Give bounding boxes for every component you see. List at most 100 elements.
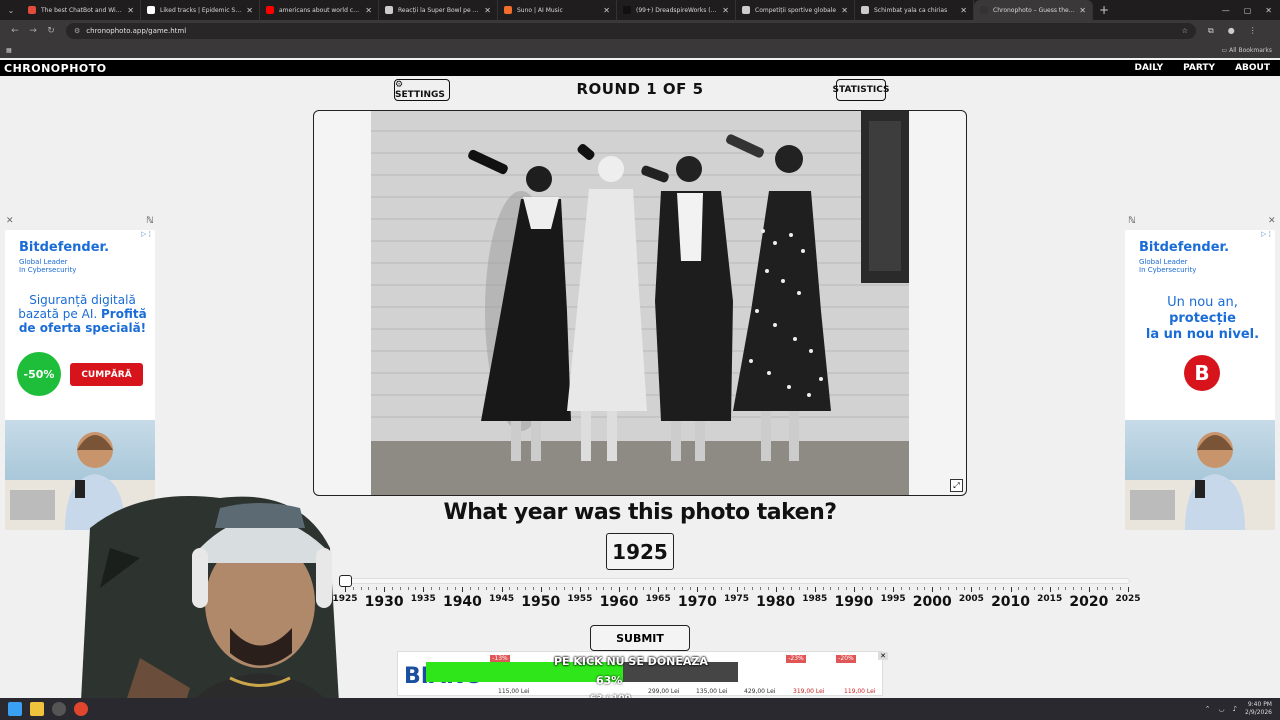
site-info-icon[interactable]: ⚙: [74, 27, 80, 35]
volume-icon[interactable]: ♪: [1233, 705, 1237, 713]
tab-close-icon[interactable]: ✕: [841, 6, 848, 15]
slider-minor-tick: [478, 587, 480, 590]
site-logo[interactable]: CHRONOPHOTO: [4, 62, 107, 75]
slider-minor-tick: [830, 587, 832, 590]
browser-tab[interactable]: americans about world cup and ✕: [260, 0, 379, 20]
back-icon[interactable]: ←: [6, 26, 24, 36]
forward-icon[interactable]: →: [24, 26, 42, 36]
slider-minor-tick: [1081, 587, 1083, 590]
slider-tick-label: 2000: [912, 594, 952, 610]
donation-progress-bar: PE KICK NU SE DONEAZA 63% 63 / 100: [426, 655, 738, 704]
browser-tab[interactable]: Chronophoto – Guess the Year ✕: [974, 0, 1093, 20]
file-explorer-icon[interactable]: [30, 702, 44, 716]
tab-close-icon[interactable]: ✕: [603, 6, 610, 15]
start-icon[interactable]: [8, 702, 22, 716]
maximize-icon[interactable]: ▢: [1244, 6, 1252, 15]
slider-minor-tick: [1041, 587, 1043, 590]
submit-button[interactable]: SUBMIT: [590, 625, 690, 651]
ad-info-icon[interactable]: ▷ ¦: [1261, 230, 1271, 238]
wifi-icon[interactable]: ◡: [1218, 705, 1224, 713]
year-slider[interactable]: [339, 575, 1132, 587]
slider-tick-label: 1995: [880, 594, 906, 604]
slider-tick: [619, 587, 621, 592]
slider-minor-tick: [650, 587, 652, 590]
slider-minor-tick: [979, 587, 981, 590]
statistics-button[interactable]: STATISTICS: [833, 79, 889, 101]
ad-choices-icon[interactable]: ℕ: [146, 216, 154, 226]
apps-icon[interactable]: ▦: [6, 47, 12, 54]
tab-close-icon[interactable]: ✕: [484, 6, 491, 15]
app-icon[interactable]: [52, 702, 66, 716]
slider-minor-tick: [485, 587, 487, 590]
browser-tab[interactable]: Schimbat yala ca chirias ✕: [855, 0, 974, 20]
tab-close-icon[interactable]: ✕: [365, 6, 372, 15]
slider-minor-tick: [634, 587, 636, 590]
nav-daily[interactable]: DAILY: [1135, 63, 1164, 73]
new-tab-icon[interactable]: +: [1099, 3, 1109, 17]
tab-close-icon[interactable]: ✕: [246, 6, 253, 15]
ad-subtitle: Global Leader In Cybersecurity: [19, 258, 77, 274]
url-input[interactable]: ⚙ chronophoto.app/game.html ☆: [66, 23, 1196, 39]
chrome-icon[interactable]: [74, 702, 88, 716]
donation-close-icon[interactable]: ✕: [878, 652, 888, 660]
slider-minor-tick: [431, 587, 433, 590]
slider-minor-tick: [626, 587, 628, 590]
donation-percent: 63%: [596, 674, 623, 687]
tab-close-icon[interactable]: ✕: [960, 6, 967, 15]
all-bookmarks[interactable]: ▭ All Bookmarks: [1222, 47, 1272, 54]
slider-minor-tick: [556, 587, 558, 590]
donation-discount: -23%: [786, 655, 806, 663]
tab-favicon-icon: [28, 6, 36, 14]
slider-tick-label: 1935: [410, 594, 436, 604]
clock[interactable]: 9:40 PM 2/9/2026: [1245, 701, 1272, 717]
slider-minor-tick: [689, 587, 691, 590]
slider-track[interactable]: [340, 578, 1130, 584]
browser-tab[interactable]: The best ChatBot and Widget ✕: [22, 0, 141, 20]
tab-search-icon[interactable]: ⌄: [0, 0, 22, 20]
ad-close-icon[interactable]: ✕: [6, 216, 14, 226]
slider-minor-tick: [564, 587, 566, 590]
tab-close-icon[interactable]: ✕: [127, 6, 134, 15]
nav-about[interactable]: ABOUT: [1235, 63, 1270, 73]
tab-close-icon[interactable]: ✕: [1079, 6, 1086, 15]
tab-favicon-icon: [504, 6, 512, 14]
ad-choices-icon[interactable]: ℕ: [1128, 216, 1136, 226]
browser-tab[interactable]: Suno | AI Music ✕: [498, 0, 617, 20]
tab-title: The best ChatBot and Widget: [41, 6, 124, 14]
menu-icon[interactable]: ⋮: [1249, 26, 1257, 36]
donation-price: 319,00 Lei: [793, 688, 825, 695]
question-text: What year was this photo taken?: [443, 500, 837, 525]
browser-tab[interactable]: Competiții sportive globale ✕: [736, 0, 855, 20]
slider-tick: [971, 587, 973, 592]
slider-minor-tick: [822, 587, 824, 590]
slider-minor-tick: [391, 587, 393, 590]
slider-tick-label: 1990: [834, 594, 874, 610]
photo-frame: ⤢: [313, 110, 967, 496]
slider-minor-tick: [509, 587, 511, 590]
ad-info-icon[interactable]: ▷ ¦: [141, 230, 151, 238]
tab-title: (99+) DreadspireWorks (@dread: [636, 6, 718, 14]
ad-buy-button[interactable]: CUMPĂRĂ: [70, 363, 143, 386]
slider-minor-tick: [900, 587, 902, 590]
tab-close-icon[interactable]: ✕: [722, 6, 729, 15]
browser-tab[interactable]: Liked tracks | Epidemic Sound ✕: [141, 0, 260, 20]
reload-icon[interactable]: ↻: [42, 26, 60, 36]
slider-tick: [423, 587, 425, 592]
fullscreen-icon[interactable]: ⤢: [950, 479, 963, 492]
nav-party[interactable]: PARTY: [1183, 63, 1215, 73]
minimize-icon[interactable]: —: [1222, 6, 1230, 15]
browser-tab[interactable]: (99+) DreadspireWorks (@dread ✕: [617, 0, 736, 20]
extensions-icon[interactable]: ⧉: [1208, 26, 1214, 36]
bookmark-star-icon[interactable]: ☆: [1182, 27, 1188, 35]
profile-icon[interactable]: ●: [1228, 26, 1235, 36]
slider-minor-tick: [1002, 587, 1004, 590]
ad-close-icon[interactable]: ✕: [1268, 216, 1276, 226]
ad-subtitle: Global Leader In Cybersecurity: [1139, 258, 1197, 274]
slider-minor-tick: [791, 587, 793, 590]
slider-minor-tick: [572, 587, 574, 590]
close-window-icon[interactable]: ✕: [1265, 6, 1272, 15]
browser-tab[interactable]: Reacții la Super Bowl pe Kick ✕: [379, 0, 498, 20]
settings-button[interactable]: ⚙ SETTINGS: [394, 79, 450, 101]
tray-arrow-icon[interactable]: ⌃: [1205, 705, 1211, 713]
slider-minor-tick: [1104, 587, 1106, 590]
